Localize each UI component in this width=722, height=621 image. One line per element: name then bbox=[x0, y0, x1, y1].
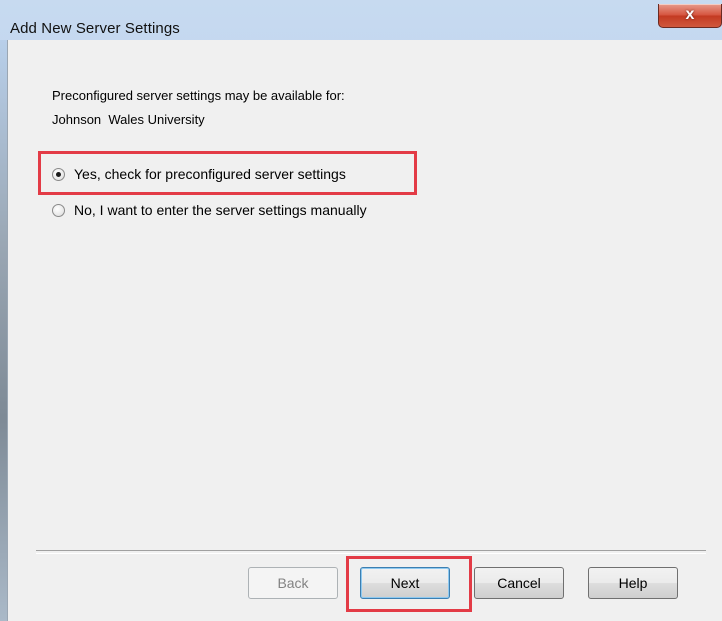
title-bar[interactable]: Add New Server Settings x bbox=[0, 0, 722, 40]
dialog-body: Preconfigured server settings may be ava… bbox=[7, 40, 722, 621]
dialog-title: Add New Server Settings bbox=[10, 20, 180, 37]
window-frame-left bbox=[0, 40, 7, 621]
cancel-button[interactable]: Cancel bbox=[474, 567, 564, 599]
highlight-box-yes-option bbox=[38, 151, 417, 195]
close-button[interactable]: x bbox=[658, 4, 722, 28]
button-divider bbox=[36, 550, 706, 554]
back-button[interactable]: Back bbox=[248, 567, 338, 599]
option-no-manual[interactable]: No, I want to enter the server settings … bbox=[52, 201, 367, 219]
radio-no[interactable] bbox=[52, 203, 65, 217]
option-no-label[interactable]: No, I want to enter the server settings … bbox=[74, 202, 367, 218]
highlight-box-next-button bbox=[346, 556, 472, 612]
help-button[interactable]: Help bbox=[588, 567, 678, 599]
dialog-window: Add New Server Settings x Preconfigured … bbox=[0, 0, 722, 621]
institution-name: Johnson Wales University bbox=[52, 112, 205, 127]
intro-text: Preconfigured server settings may be ava… bbox=[52, 88, 345, 103]
close-icon: x bbox=[685, 6, 695, 23]
